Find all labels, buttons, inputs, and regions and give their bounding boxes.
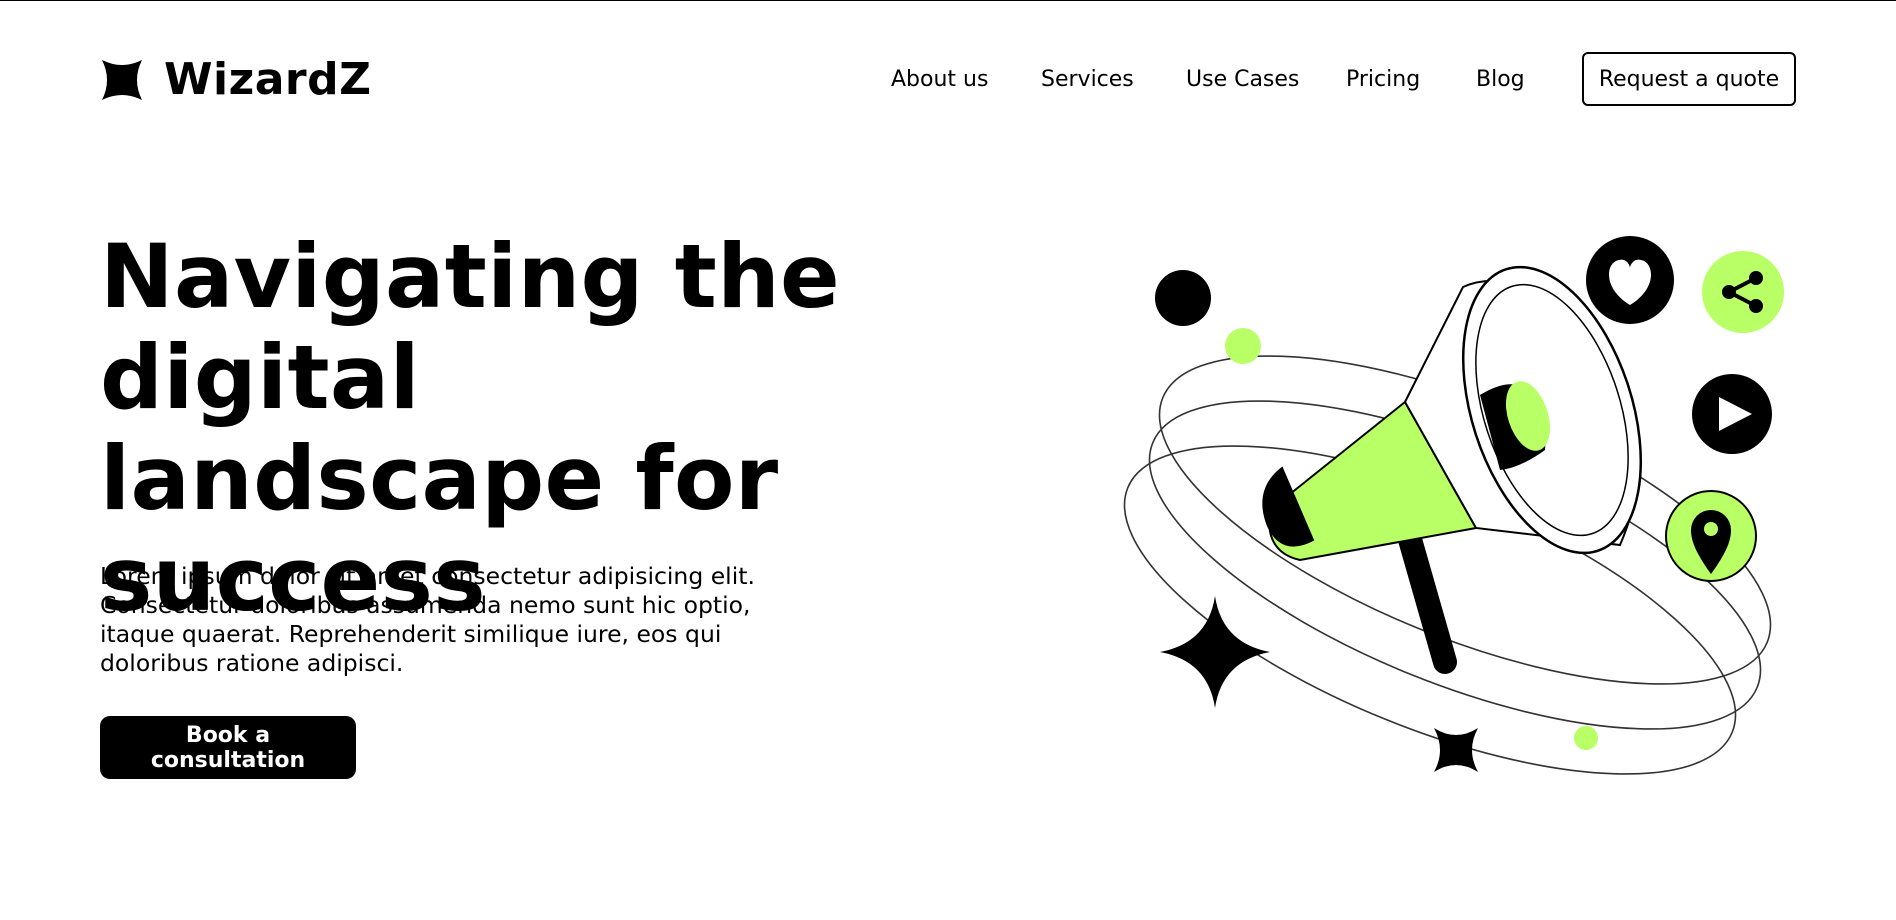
heart-icon [1586, 236, 1674, 324]
green-dot [1225, 328, 1261, 364]
small-star-icon [1434, 728, 1478, 772]
location-pin-icon [1665, 490, 1757, 582]
black-dot [1155, 270, 1211, 326]
small-green-dot [1574, 726, 1598, 750]
play-icon [1692, 374, 1772, 454]
share-icon [1702, 251, 1784, 333]
sparkle-star-icon [1160, 596, 1270, 708]
hero-illustration [1123, 236, 1784, 775]
